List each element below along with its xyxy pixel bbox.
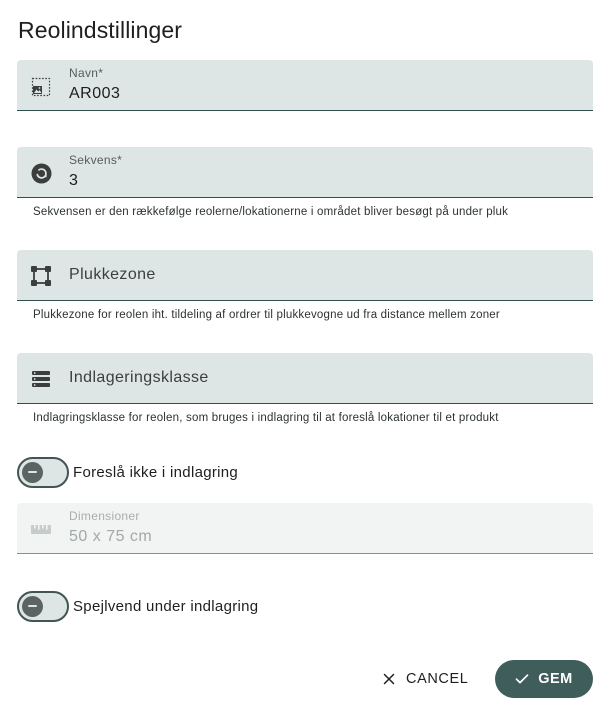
switch-knob bbox=[22, 595, 43, 617]
minus-icon bbox=[28, 471, 37, 473]
cancel-button[interactable]: CANCEL bbox=[374, 660, 476, 698]
cancel-button-label: CANCEL bbox=[406, 671, 469, 687]
storage-class-placeholder: Indlageringsklasse bbox=[69, 369, 209, 386]
name-value: AR003 bbox=[69, 85, 121, 102]
pick-zone-placeholder: Plukkezone bbox=[69, 266, 156, 283]
save-button[interactable]: GEM bbox=[495, 660, 593, 698]
name-field[interactable]: Navn* AR003 bbox=[17, 60, 593, 111]
sequence-field[interactable]: Sekvens* 3 bbox=[17, 147, 593, 198]
sequence-hint: Sekvensen er den rækkefølge reolerne/lok… bbox=[33, 206, 509, 218]
sequence-label: Sekvens* bbox=[69, 153, 123, 167]
mirror-switch[interactable] bbox=[17, 590, 69, 622]
image-frame-icon bbox=[30, 76, 52, 98]
pick-zone-hint: Plukkezone for reolen iht. tildeling af … bbox=[33, 309, 500, 321]
close-icon bbox=[382, 672, 396, 686]
switch-knob bbox=[22, 461, 43, 483]
dont-suggest-switch[interactable] bbox=[17, 456, 69, 488]
mirror-toggle-row: Spejlvend under indlagring bbox=[17, 590, 258, 622]
server-stack-icon bbox=[30, 368, 52, 390]
dialog-title: Reolindstillinger bbox=[18, 17, 183, 43]
minus-icon bbox=[28, 605, 37, 607]
save-button-label: GEM bbox=[538, 671, 573, 687]
name-label: Navn* bbox=[69, 66, 104, 80]
sequence-value: 3 bbox=[69, 172, 79, 189]
dimensions-label: Dimensioner bbox=[69, 509, 140, 523]
storage-class-field[interactable]: Indlageringsklasse bbox=[17, 353, 593, 404]
check-icon bbox=[515, 672, 529, 686]
dont-suggest-toggle-row: Foreslå ikke i indlagring bbox=[17, 456, 238, 488]
mirror-label[interactable]: Spejlvend under indlagring bbox=[73, 598, 258, 615]
pick-zone-field[interactable]: Plukkezone bbox=[17, 250, 593, 301]
storage-class-hint: Indlagringsklasse for reolen, som bruges… bbox=[33, 412, 499, 424]
dont-suggest-label[interactable]: Foreslå ikke i indlagring bbox=[73, 464, 238, 481]
dimensions-field: Dimensioner 50 x 75 cm bbox=[17, 503, 593, 554]
refresh-circle-icon bbox=[30, 162, 52, 184]
vector-square-icon bbox=[30, 265, 52, 287]
ruler-icon bbox=[30, 518, 52, 540]
settings-dialog: Reolindstillinger Navn* AR003 Sekvens* 3… bbox=[0, 0, 611, 707]
dimensions-value: 50 x 75 cm bbox=[69, 528, 153, 545]
